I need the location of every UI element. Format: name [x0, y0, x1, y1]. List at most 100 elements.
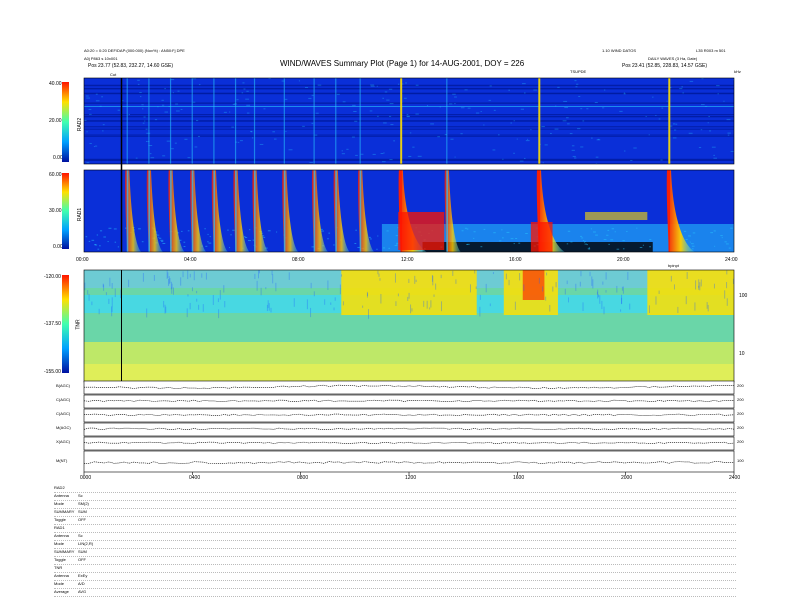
rad1-noise: [607, 229, 610, 231]
rad1-burst-core: [213, 170, 215, 252]
rad2-noise: [86, 162, 90, 164]
tnr-stripe: [180, 277, 182, 286]
rad1-noise: [183, 241, 186, 243]
tnr-stripe: [111, 283, 113, 289]
rad2-burst: [446, 78, 448, 164]
rad1-noise: [713, 230, 716, 232]
rad2-noise: [397, 83, 400, 85]
tnr-stripe: [367, 309, 369, 319]
rad2-noise: [142, 122, 145, 124]
rad2-noise: [170, 148, 174, 150]
agc-panel-frame: [83, 450, 735, 473]
tnr-stripe: [549, 304, 551, 312]
rad2-noise: [602, 107, 605, 109]
rad2-noise: [180, 108, 183, 110]
tnr-stripe: [670, 275, 672, 282]
rad1-noise: [355, 229, 357, 231]
rad1-noise: [570, 241, 573, 243]
rad2-noise: [86, 131, 88, 133]
rad2-noise: [408, 155, 412, 157]
rad2-noise: [95, 100, 100, 102]
rad1-noise: [622, 240, 625, 242]
rad2-noise: [355, 154, 358, 156]
tnr-stripe: [602, 281, 604, 285]
rad1-burst-core: [359, 170, 362, 252]
tnr-stripe: [713, 283, 715, 289]
rad2-noise: [164, 111, 168, 113]
rad2-noise: [713, 157, 718, 159]
rad2-noise: [571, 145, 575, 147]
rad2-noise: [237, 141, 240, 143]
tnr-stripe: [580, 271, 582, 277]
tnr-stripe: [455, 279, 457, 284]
rad1-burst-core: [283, 170, 286, 252]
rad1-noise: [354, 242, 357, 244]
rad2-noise: [562, 120, 567, 122]
tnr-stripe: [603, 306, 605, 315]
rad1-noise: [473, 237, 475, 239]
tnr-stripe: [313, 291, 315, 297]
rad2-noise: [688, 132, 693, 134]
rad2-noise: [723, 100, 725, 102]
rad2-noise: [84, 119, 87, 121]
rad2-noise: [135, 157, 138, 159]
rad1-noise: [502, 237, 504, 239]
tnr-stripe: [545, 296, 547, 301]
rad1-noise: [466, 228, 469, 230]
rad1-noise: [99, 230, 103, 232]
rad1-noise: [94, 244, 98, 246]
rad2-noise: [139, 96, 142, 98]
rad2-noise: [246, 104, 251, 106]
rad2-noise: [580, 146, 584, 148]
agc-panel-frame: [83, 422, 735, 437]
tnr-stripe: [378, 273, 380, 277]
tnr-stripe: [128, 279, 130, 287]
rad2-noise: [232, 103, 235, 105]
rad2-noise: [384, 91, 388, 93]
rad1-noise: [369, 236, 371, 238]
tnr-stripe: [271, 270, 273, 276]
tnr-stripe: [695, 280, 697, 290]
rad2-noise: [493, 109, 496, 111]
rad1-burst-core: [313, 170, 316, 252]
tnr-stripe: [433, 294, 435, 297]
rad1-noise: [692, 232, 696, 234]
tnr-stripe: [339, 284, 341, 295]
rad1-noise: [141, 241, 144, 243]
rad2-noise: [578, 95, 581, 97]
rad2-noise: [263, 108, 266, 110]
rad2-noise: [241, 92, 244, 94]
tnr-stripe: [324, 299, 326, 305]
tnr-stripe: [212, 295, 214, 305]
rad1-burst-blob: [530, 222, 553, 252]
agc-panel-frame: [83, 408, 735, 423]
tnr-stripe: [310, 282, 312, 289]
tnr-stripe: [601, 300, 603, 310]
rad1-noise: [247, 240, 251, 242]
rad2-noise: [246, 90, 249, 92]
rad2-burst: [668, 78, 671, 164]
tnr-stripe: [432, 275, 434, 286]
rad2-noise: [574, 80, 577, 82]
rad1-burst-core: [668, 170, 670, 252]
rad1-noise: [181, 230, 183, 232]
rad2-noise: [407, 116, 410, 118]
tnr-stripe: [410, 304, 412, 314]
tnr-stripe: [163, 300, 165, 308]
rad2-noise: [480, 111, 482, 113]
rad2-noise: [137, 83, 140, 85]
tnr-stripe: [172, 287, 174, 295]
rad2-band: [84, 160, 734, 161]
rad2-noise: [454, 96, 457, 98]
rad2-noise: [145, 141, 148, 143]
rad2-noise: [716, 85, 720, 87]
tnr-stripe: [219, 290, 221, 300]
tnr-stripe: [217, 298, 219, 303]
tnr-stripe: [423, 300, 425, 307]
rad2-noise: [389, 159, 393, 161]
rad1-burst-core: [446, 170, 448, 252]
rad2-noise: [311, 122, 314, 124]
tnr-stripe: [196, 298, 198, 302]
tnr-stripe: [724, 290, 726, 299]
tnr-stripe: [685, 296, 687, 305]
